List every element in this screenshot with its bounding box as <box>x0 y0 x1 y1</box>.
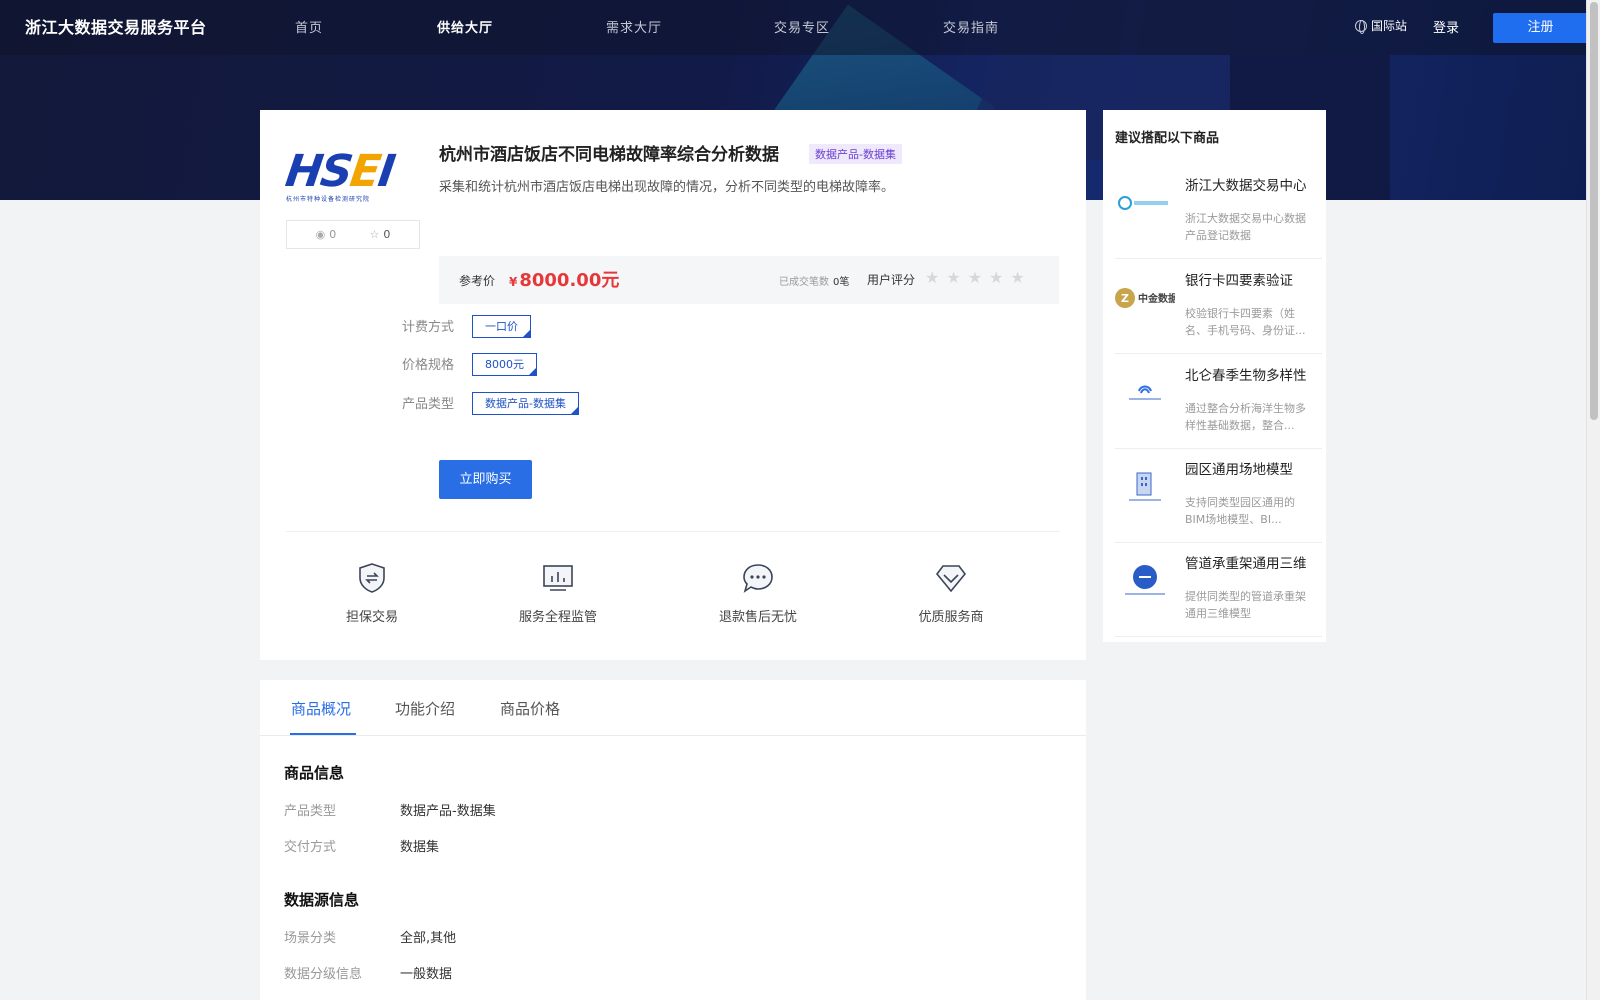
detail-tabs-card: 商品概况 功能介绍 商品价格 商品信息 产品类型 数据产品-数据集 交付方式 数… <box>260 680 1086 1000</box>
product-type-label: 产品类型 <box>402 397 455 412</box>
tab-overview[interactable]: 商品概况 <box>291 698 351 719</box>
page-scrollbar[interactable] <box>1586 0 1600 1000</box>
billing-method-option[interactable]: 一口价 <box>472 315 531 338</box>
view-count: ◉ 0 <box>315 228 337 241</box>
recommended-item[interactable]: 园区通用场地模型 支持同类型园区通用的BIM场地模型、BI... <box>1115 449 1322 543</box>
nav-trading-guide[interactable]: 交易指南 <box>943 17 999 36</box>
recommended-item[interactable]: 管道承重架通用三维 提供同类型的管道承重架通用三维模型 <box>1115 543 1322 637</box>
product-stats: ◉ 0 ☆ 0 <box>286 220 420 249</box>
svg-text:Z: Z <box>1121 292 1129 305</box>
recommended-item[interactable]: 浙江大数据交易中心 浙江大数据交易中心数据产品登记数据 <box>1115 165 1322 259</box>
info-value: 数据产品-数据集 <box>400 804 496 819</box>
recommended-item-name: 银行卡四要素验证 <box>1185 273 1293 289</box>
product-info-heading: 商品信息 <box>284 764 345 782</box>
chat-bubble-icon <box>740 560 776 596</box>
recommended-item-name: 北仑春季生物多样性 <box>1185 368 1307 384</box>
brand-logo[interactable]: 浙江大数据交易服务平台 <box>25 14 207 38</box>
product-logo: HSEI 杭州市特种设备检测研究院 <box>282 146 397 203</box>
intl-label: 国际站 <box>1371 19 1408 33</box>
info-value: 数据集 <box>400 840 440 855</box>
recommended-item-desc: 支持同类型园区通用的BIM场地模型、BI... <box>1185 496 1295 526</box>
info-key: 场景分类 <box>284 931 337 946</box>
recommended-item-name: 浙江大数据交易中心 <box>1185 178 1307 194</box>
nav-demand-hall[interactable]: 需求大厅 <box>606 17 662 36</box>
recommended-item[interactable]: 北仑春季生物多样性 通过整合分析海洋生物多样性基础数据，整合... <box>1115 355 1322 449</box>
product-thumbnail <box>1115 563 1175 599</box>
product-thumbnail <box>1115 469 1175 505</box>
recommended-item-desc: 提供同类型的管道承重架通用三维模型 <box>1185 590 1306 620</box>
product-thumbnail <box>1115 185 1175 221</box>
price-value: ¥8000.00元 <box>509 270 620 291</box>
recommended-item-desc: 通过整合分析海洋生物多样性基础数据，整合... <box>1185 402 1306 432</box>
price-spec-option[interactable]: 8000元 <box>472 353 537 376</box>
monitor-chart-icon <box>540 560 576 596</box>
eye-icon: ◉ <box>315 228 326 241</box>
recommended-item-name: 园区通用场地模型 <box>1185 462 1293 478</box>
price-spec-label: 价格规格 <box>402 358 455 373</box>
globe-icon <box>1355 19 1367 34</box>
star-outline-icon: ☆ <box>369 228 380 241</box>
feature-guaranteed-trade: 担保交易 <box>312 560 432 625</box>
feature-full-supervision: 服务全程监管 <box>498 560 618 625</box>
nav-home[interactable]: 首页 <box>295 17 323 36</box>
info-key: 数据分级信息 <box>284 967 363 982</box>
product-type-option[interactable]: 数据产品-数据集 <box>472 392 579 415</box>
diamond-icon <box>933 560 969 596</box>
product-description: 采集和统计杭州市酒店饭店电梯出现故障的情况，分析不同类型的电梯故障率。 <box>439 180 895 195</box>
recommended-item[interactable]: Z 中金数据 银行卡四要素验证 校验银行卡四要素（姓名、手机号码、身份证... <box>1115 260 1322 354</box>
billing-method-label: 计费方式 <box>402 320 455 335</box>
info-value: 全部,其他 <box>400 931 457 946</box>
login-link[interactable]: 登录 <box>1433 17 1459 36</box>
buy-now-button[interactable]: 立即购买 <box>439 460 532 499</box>
shield-exchange-icon <box>354 560 390 596</box>
price-label: 参考价 <box>459 274 496 288</box>
rating-label: 用户评分 <box>867 273 916 287</box>
svg-text:中金数据: 中金数据 <box>1138 292 1175 305</box>
product-category-tag: 数据产品-数据集 <box>809 144 902 164</box>
nav-trading-zone[interactable]: 交易专区 <box>774 17 830 36</box>
feature-refund-worry-free: 退款售后无忧 <box>698 560 818 625</box>
sidebar-heading: 建议搭配以下商品 <box>1115 131 1220 146</box>
nav-supply-hall[interactable]: 供给大厅 <box>437 17 493 36</box>
favorite-count[interactable]: ☆ 0 <box>369 228 390 241</box>
recommendation-sidebar: 建议搭配以下商品 浙江大数据交易中心 浙江大数据交易中心数据产品登记数据 Z 中金… <box>1103 110 1326 642</box>
intl-site-link[interactable]: 国际站 <box>1355 17 1407 34</box>
tab-features[interactable]: 功能介绍 <box>395 698 455 719</box>
recommended-item-desc: 校验银行卡四要素（姓名、手机号码、身份证... <box>1185 307 1306 337</box>
price-box: 参考价 ¥8000.00元 已成交笔数 0笔 用户评分 ★★★★★ <box>439 256 1059 304</box>
info-key: 交付方式 <box>284 840 337 855</box>
deal-count: 已成交笔数 0笔 <box>779 277 850 288</box>
product-card: HSEI 杭州市特种设备检测研究院 ◉ 0 ☆ 0 杭州市酒店饭店不同电梯故障率… <box>260 110 1086 660</box>
product-thumbnail <box>1115 375 1175 411</box>
data-source-heading: 数据源信息 <box>284 891 360 909</box>
scrollbar-thumb[interactable] <box>1590 2 1598 420</box>
tabs-divider <box>260 735 1086 736</box>
rating-stars[interactable]: ★★★★★ <box>925 268 1032 287</box>
tab-pricing[interactable]: 商品价格 <box>500 698 560 719</box>
register-button[interactable]: 注册 <box>1493 13 1588 43</box>
top-navbar: 浙江大数据交易服务平台 首页 供给大厅 需求大厅 交易专区 交易指南 国际站 登… <box>0 0 1588 55</box>
product-thumbnail: Z 中金数据 <box>1115 280 1178 316</box>
recommended-item-desc: 浙江大数据交易中心数据产品登记数据 <box>1185 212 1306 242</box>
info-key: 产品类型 <box>284 804 337 819</box>
info-value: 一般数据 <box>400 967 453 982</box>
divider <box>286 531 1060 532</box>
product-title: 杭州市酒店饭店不同电梯故障率综合分析数据 <box>439 145 779 165</box>
recommended-item-name: 管道承重架通用三维 <box>1185 556 1307 572</box>
feature-quality-provider: 优质服务商 <box>891 560 1011 625</box>
